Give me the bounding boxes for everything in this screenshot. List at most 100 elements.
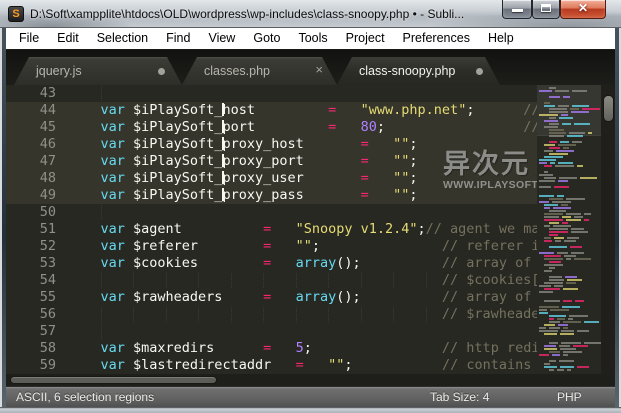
vertical-scrollbar-track[interactable] bbox=[601, 85, 615, 374]
token-pln: ; bbox=[409, 170, 537, 186]
code-line-43[interactable]: 43 bbox=[6, 85, 537, 102]
line-number: 50 bbox=[6, 204, 56, 221]
minimap-code-row bbox=[539, 258, 599, 260]
token-pln: ; bbox=[377, 119, 523, 135]
code-line-57[interactable]: 57 bbox=[6, 323, 537, 340]
token-pln bbox=[271, 238, 295, 254]
menu-file[interactable]: File bbox=[10, 28, 48, 50]
menu-help[interactable]: Help bbox=[479, 28, 523, 50]
token-str: "www.php.net" bbox=[361, 102, 467, 118]
tab-jquery-js[interactable]: jquery.js bbox=[14, 57, 182, 85]
indent-guide bbox=[101, 86, 102, 101]
horizontal-scrollbar-thumb[interactable] bbox=[10, 376, 217, 384]
code-line-48[interactable]: 48 var $iPlaySoft_proxy_user = ""; // pr… bbox=[6, 170, 537, 187]
title-bar[interactable]: S D:\Soft\xampplite\htdocs\OLD\wordpress… bbox=[0, 0, 621, 28]
token-pln: $iPlaySoft_ bbox=[125, 187, 223, 203]
menu-selection[interactable]: Selection bbox=[88, 28, 157, 50]
tab-modified-dot-icon[interactable] bbox=[158, 68, 165, 75]
menu-goto[interactable]: Goto bbox=[244, 28, 289, 50]
minimap-code-row bbox=[539, 240, 599, 242]
line-number: 58 bbox=[6, 340, 56, 357]
code-line-45[interactable]: 45 var $iPlaySoft_port = 80; // port we … bbox=[6, 119, 537, 136]
window-title: D:\Soft\xampplite\htdocs\OLD\wordpress\w… bbox=[30, 7, 496, 23]
menu-view[interactable]: View bbox=[199, 28, 244, 50]
status-tab-size[interactable]: Tab Size: 4 bbox=[430, 390, 489, 404]
token-op: = bbox=[263, 221, 271, 237]
code-text: var $iPlaySoft_host = "www.php.net"; // … bbox=[68, 102, 537, 119]
menu-project[interactable]: Project bbox=[337, 28, 394, 50]
tab-class-snoopy-php[interactable]: class-snoopy.php bbox=[337, 57, 500, 85]
code-text: var $iPlaySoft_proxy_user = ""; // proxy… bbox=[68, 170, 537, 187]
token-com: // $cookies["username"]="joe"; bbox=[442, 272, 537, 288]
token-str: "" bbox=[393, 153, 409, 169]
minimap[interactable] bbox=[537, 85, 601, 374]
code-text: // $cookies["username"]="joe"; bbox=[68, 272, 537, 289]
minimap-code-row bbox=[539, 321, 599, 323]
token-pln: proxy_pass bbox=[222, 187, 360, 203]
token-pln: $iPlaySoft_ bbox=[125, 136, 223, 152]
status-syntax[interactable]: PHP bbox=[557, 390, 582, 404]
line-number: 54 bbox=[6, 272, 56, 289]
code-line-46[interactable]: 46 var $iPlaySoft_proxy_host = ""; // pr… bbox=[6, 136, 537, 153]
code-line-55[interactable]: 55 var $rawheaders = array(); // array o… bbox=[6, 289, 537, 306]
menu-edit[interactable]: Edit bbox=[48, 28, 88, 50]
token-com: // referer info to pass bbox=[442, 238, 537, 254]
token-pln: $iPlaySoft_ bbox=[125, 102, 223, 118]
code-line-44[interactable]: 44 var $iPlaySoft_host = "www.php.net"; … bbox=[6, 102, 537, 119]
token-pln: ; bbox=[409, 136, 537, 152]
minimap-code-row bbox=[539, 117, 599, 119]
vertical-scrollbar-thumb[interactable] bbox=[603, 95, 614, 122]
code-text: var $cookies = array(); // array of cook… bbox=[68, 255, 537, 272]
token-pln bbox=[68, 102, 101, 118]
token-pln: (); bbox=[336, 289, 442, 305]
code-text: var $iPlaySoft_port = 80; // port we are… bbox=[68, 119, 537, 136]
minimap-code-row bbox=[539, 108, 599, 110]
token-fn: array bbox=[296, 255, 337, 271]
code-line-49[interactable]: 49 var $iPlaySoft_proxy_pass = ""; // pr… bbox=[6, 187, 537, 204]
token-pln: $maxredirs bbox=[125, 340, 263, 356]
minimize-button[interactable] bbox=[502, 0, 532, 19]
code-line-53[interactable]: 53 var $cookies = array(); // array of c… bbox=[6, 255, 537, 272]
code-line-54[interactable]: 54 // $cookies["username"]="joe"; bbox=[6, 272, 537, 289]
token-pln bbox=[68, 221, 101, 237]
maximize-button[interactable] bbox=[532, 0, 560, 19]
token-op: = bbox=[263, 238, 271, 254]
token-pln bbox=[68, 136, 101, 152]
tab-classes-php[interactable]: classes.php × bbox=[182, 57, 337, 85]
minimap-code-row bbox=[539, 216, 599, 218]
token-op: = bbox=[361, 136, 369, 152]
token-pln bbox=[369, 153, 393, 169]
minimap-code-row bbox=[539, 285, 599, 287]
token-pln: ; bbox=[312, 238, 442, 254]
minimap-code-row bbox=[539, 354, 599, 356]
token-op: = bbox=[263, 340, 271, 356]
menu-tools[interactable]: Tools bbox=[289, 28, 336, 50]
line-number: 47 bbox=[6, 153, 56, 170]
line-number: 48 bbox=[6, 170, 56, 187]
code-line-51[interactable]: 51 var $agent = "Snoopy v1.2.4";// agent… bbox=[6, 221, 537, 238]
menu-find[interactable]: Find bbox=[157, 28, 199, 50]
menu-preferences[interactable]: Preferences bbox=[394, 28, 479, 50]
token-pln bbox=[271, 289, 295, 305]
tab-close-icon[interactable]: × bbox=[315, 62, 323, 77]
horizontal-scrollbar[interactable] bbox=[6, 374, 615, 386]
code-line-59[interactable]: 59 var $lastredirectaddr = ""; // contai… bbox=[6, 357, 537, 374]
token-op: = bbox=[296, 357, 304, 373]
code-line-52[interactable]: 52 var $referer = ""; // referer info to… bbox=[6, 238, 537, 255]
minimap-code-row bbox=[539, 252, 599, 254]
token-pln bbox=[68, 357, 101, 373]
code-line-47[interactable]: 47 var $iPlaySoft_proxy_port = ""; // pr… bbox=[6, 153, 537, 170]
tab-label: classes.php bbox=[204, 64, 270, 78]
code-line-56[interactable]: 56 // $rawheaders["Content-type"]="text/… bbox=[6, 306, 537, 323]
line-number: 59 bbox=[6, 357, 56, 374]
minimap-code-row bbox=[539, 153, 599, 155]
code-text: // $rawheaders["Content-type"]="text/htm… bbox=[68, 306, 537, 323]
code-line-58[interactable]: 58 var $maxredirs = 5; // http redirecti… bbox=[6, 340, 537, 357]
code-line-50[interactable]: 50 bbox=[6, 204, 537, 221]
token-pln bbox=[369, 170, 393, 186]
close-button[interactable]: ✕ bbox=[560, 0, 606, 19]
tab-modified-dot-icon[interactable] bbox=[476, 68, 483, 75]
token-pln bbox=[304, 357, 328, 373]
code-editor[interactable]: 59 var $lastredirectaddr = ""; // contai… bbox=[6, 85, 537, 374]
token-com: // $rawheaders["Content-type"]="text/htm… bbox=[442, 306, 537, 322]
